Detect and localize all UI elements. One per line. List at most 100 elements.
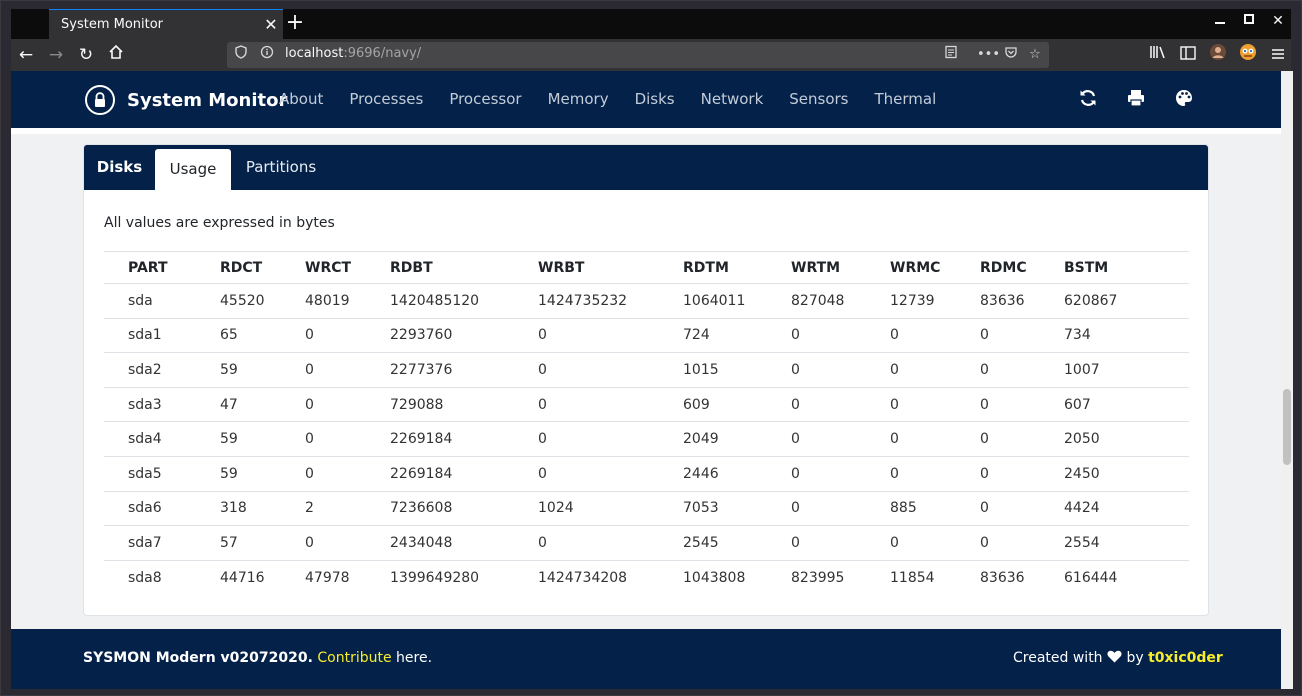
brand[interactable]: System Monitor xyxy=(85,85,287,115)
nav-processes[interactable]: Processes xyxy=(349,90,423,108)
shield-icon[interactable] xyxy=(231,45,251,65)
lock-icon xyxy=(85,85,115,115)
star-icon[interactable]: ☆ xyxy=(1025,45,1045,65)
nav-disks[interactable]: Disks xyxy=(635,90,675,108)
table-cell: 2050 xyxy=(1040,421,1189,457)
info-icon[interactable] xyxy=(257,45,277,65)
table-cell: sda7 xyxy=(104,525,196,561)
scrollbar-thumb[interactable] xyxy=(1283,389,1291,465)
url-bar[interactable]: localhost:9696/navy/ ••• ☆ xyxy=(227,42,1049,68)
table-cell: 0 xyxy=(956,525,1040,561)
col-wrct: WRCT xyxy=(281,251,366,284)
table-cell: 57 xyxy=(196,525,281,561)
table-cell: 1064011 xyxy=(659,283,767,319)
browser-tab[interactable]: System Monitor ✕ xyxy=(49,9,283,39)
web-page: System Monitor About Processes Processor… xyxy=(11,71,1281,689)
table-cell: sda4 xyxy=(104,421,196,457)
tab-usage[interactable]: Usage xyxy=(155,149,231,190)
table-cell: 0 xyxy=(514,317,659,353)
table-cell: 65 xyxy=(196,317,281,353)
table-cell: 616444 xyxy=(1040,559,1189,595)
table-cell: 48019 xyxy=(281,283,366,319)
table-cell: 7236608 xyxy=(366,490,514,526)
table-cell: 0 xyxy=(866,455,956,492)
nav-memory[interactable]: Memory xyxy=(548,90,609,108)
table-cell: 0 xyxy=(866,386,956,422)
nav-network[interactable]: Network xyxy=(701,90,764,108)
table-cell: sda8 xyxy=(104,559,196,595)
tab-partitions[interactable]: Partitions xyxy=(234,145,328,190)
table-cell: 1015 xyxy=(659,352,767,388)
refresh-icon[interactable] xyxy=(1076,88,1100,110)
sidebar-icon[interactable] xyxy=(1175,43,1201,67)
table-row: sda6 318 2 7236608 1024 7053 0 885 0 4424 xyxy=(104,490,1189,526)
contribute-link[interactable]: Contribute xyxy=(317,650,391,666)
table-cell: sda1 xyxy=(104,317,196,353)
maximize-icon[interactable] xyxy=(1235,13,1263,29)
palette-icon[interactable] xyxy=(1172,88,1196,110)
col-bstm: BSTM xyxy=(1040,251,1189,284)
table-cell: 1424734208 xyxy=(514,559,659,595)
extension-icon[interactable] xyxy=(1235,43,1261,67)
url-host: localhost xyxy=(285,46,344,61)
home-icon[interactable] xyxy=(103,43,129,67)
forward-icon[interactable]: → xyxy=(43,43,69,67)
table-cell: 2269184 xyxy=(366,421,514,457)
new-tab-icon[interactable]: + xyxy=(281,10,309,38)
table-cell: 0 xyxy=(281,525,366,561)
table-cell: sda2 xyxy=(104,352,196,388)
table-row: sda3 47 0 729088 0 609 0 0 0 607 xyxy=(104,386,1189,422)
table-cell: 1424735232 xyxy=(514,283,659,319)
table-cell: 2434048 xyxy=(366,525,514,561)
author-link[interactable]: t0xic0der xyxy=(1148,650,1223,666)
table-cell: 620867 xyxy=(1040,283,1189,319)
print-icon[interactable] xyxy=(1124,88,1148,110)
nav-processor[interactable]: Processor xyxy=(449,90,521,108)
table-row: sda2 59 0 2277376 0 1015 0 0 0 1007 xyxy=(104,352,1189,388)
disk-usage-table: PART RDCT WRCT RDBT WRBT RDTM WRTM WRMC … xyxy=(104,251,1189,595)
table-cell: 1007 xyxy=(1040,352,1189,388)
table-cell: 2277376 xyxy=(366,352,514,388)
table-row: sda4 59 0 2269184 0 2049 0 0 0 2050 xyxy=(104,421,1189,457)
back-icon[interactable]: ← xyxy=(13,43,39,67)
table-cell: 2049 xyxy=(659,421,767,457)
col-rdbt: RDBT xyxy=(366,251,514,284)
table-cell: 0 xyxy=(281,317,366,353)
pocket-icon[interactable] xyxy=(1001,45,1021,65)
tab-strip: System Monitor ✕ + ✕ xyxy=(11,9,1291,39)
browser-window: System Monitor ✕ + ✕ ← → ↻ localhost:969… xyxy=(0,0,1302,696)
table-cell: 0 xyxy=(281,386,366,422)
nav-thermal[interactable]: Thermal xyxy=(875,90,937,108)
close-tab-icon[interactable]: ✕ xyxy=(259,15,283,34)
table-row: sda 45520 48019 1420485120 1424735232 1064011… xyxy=(104,283,1189,319)
table-cell: 2293760 xyxy=(366,317,514,353)
table-cell: 0 xyxy=(767,421,866,457)
table-cell: 0 xyxy=(281,352,366,388)
table-cell: 0 xyxy=(514,386,659,422)
reader-icon[interactable] xyxy=(941,45,961,65)
url-text[interactable]: localhost:9696/navy/ xyxy=(285,46,421,61)
more-icon[interactable]: ••• xyxy=(977,45,1000,65)
version-text: SYSMON Modern v02072020. xyxy=(83,650,313,666)
tab-title: System Monitor xyxy=(61,17,164,32)
page-scrollbar[interactable] xyxy=(1281,71,1293,689)
menu-icon[interactable] xyxy=(1265,43,1291,67)
table-row: sda7 57 0 2434048 0 2545 0 0 0 2554 xyxy=(104,525,1189,561)
minimize-icon[interactable] xyxy=(1206,13,1234,29)
nav-about[interactable]: About xyxy=(279,90,323,108)
library-icon[interactable] xyxy=(1145,43,1171,67)
table-cell: 59 xyxy=(196,352,281,388)
table-cell: 607 xyxy=(1040,386,1189,422)
table-cell: 823995 xyxy=(767,559,866,595)
table-cell: 0 xyxy=(767,455,866,492)
card-title: Disks xyxy=(96,158,143,176)
table-cell: sda3 xyxy=(104,386,196,422)
nav-sensors[interactable]: Sensors xyxy=(789,90,848,108)
reload-icon[interactable]: ↻ xyxy=(73,43,99,67)
close-window-icon[interactable]: ✕ xyxy=(1264,13,1292,29)
account-icon[interactable] xyxy=(1205,43,1231,67)
table-cell: 0 xyxy=(866,421,956,457)
table-cell: 2446 xyxy=(659,455,767,492)
table-cell: 2269184 xyxy=(366,455,514,492)
table-cell: 724 xyxy=(659,317,767,353)
